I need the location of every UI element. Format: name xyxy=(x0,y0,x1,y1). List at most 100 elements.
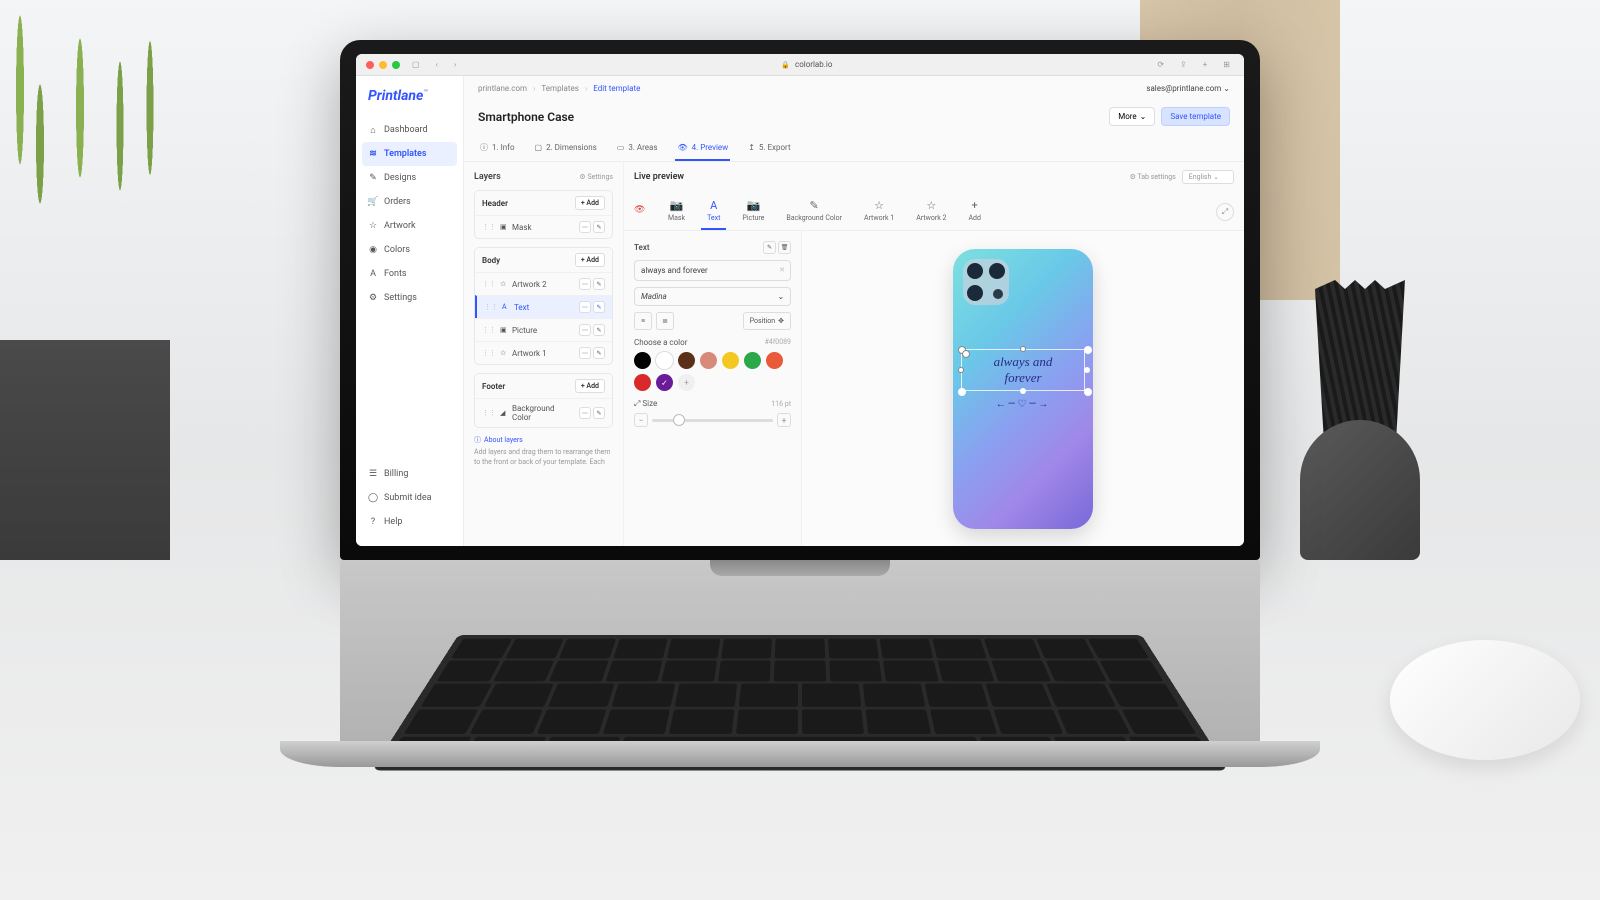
sidebar-toggle-icon[interactable]: ▢ xyxy=(408,60,424,69)
expand-preview-button[interactable]: ⤢ xyxy=(1216,203,1234,221)
size-increase-button[interactable]: + xyxy=(777,413,791,427)
refresh-button[interactable]: ⟳ xyxy=(1153,60,1168,69)
more-button[interactable]: More⌄ xyxy=(1109,107,1155,126)
pencil-holder-decoration xyxy=(1280,280,1440,560)
back-button[interactable]: ‹ xyxy=(432,60,442,69)
save-template-button[interactable]: Save template xyxy=(1161,107,1230,126)
sidebar-item-templates[interactable]: ≋Templates xyxy=(362,142,457,166)
color-swatch[interactable] xyxy=(700,352,717,369)
tool-tab-mask[interactable]: 📷Mask xyxy=(662,194,691,230)
more-icon[interactable]: ⋯ xyxy=(579,407,591,419)
color-swatch[interactable] xyxy=(656,352,673,369)
layer-item-background-color[interactable]: ⋮⋮◢Background Color⋯✎ xyxy=(475,398,612,427)
drag-handle-icon[interactable]: ⋮⋮ xyxy=(484,303,498,311)
about-layers-link[interactable]: ⓘAbout layers xyxy=(474,436,613,446)
color-swatch[interactable] xyxy=(678,352,695,369)
sidebar-item-help[interactable]: ?Help xyxy=(356,510,463,534)
layer-item-artwork-2[interactable]: ⋮⋮☆Artwork 2⋯✎ xyxy=(475,272,612,295)
color-swatch[interactable] xyxy=(634,374,651,391)
tool-tab-artwork-2[interactable]: ☆Artwork 2 xyxy=(910,194,952,230)
maximize-window-icon[interactable] xyxy=(392,61,400,69)
sidebar-item-fonts[interactable]: AFonts xyxy=(356,262,463,286)
more-icon[interactable]: ⋯ xyxy=(579,324,591,336)
clear-text-icon[interactable]: ✕ xyxy=(779,266,785,274)
more-icon[interactable]: ⋯ xyxy=(579,301,591,313)
edit-icon[interactable]: ✎ xyxy=(593,324,605,336)
more-icon[interactable]: ⋯ xyxy=(579,278,591,290)
sidebar-item-colors[interactable]: ◉Colors xyxy=(356,238,463,262)
sidebar-item-designs[interactable]: ✎Designs xyxy=(356,166,463,190)
tool-tab-background-color[interactable]: ✎Background Color xyxy=(780,194,848,230)
font-select[interactable]: Madina⌄ xyxy=(634,287,791,306)
position-button[interactable]: Position✥ xyxy=(743,312,791,330)
preview-canvas[interactable]: always andforever ←—♡—→ xyxy=(802,231,1244,546)
account-email[interactable]: sales@printlane.com ⌄ xyxy=(1146,84,1230,93)
text-value-input[interactable]: always and forever ✕ xyxy=(634,260,791,281)
tool-tab-artwork-1[interactable]: ☆Artwork 1 xyxy=(858,194,900,230)
sidebar-item-artwork[interactable]: ☆Artwork xyxy=(356,214,463,238)
add-color-button[interactable]: + xyxy=(678,374,695,391)
edit-icon[interactable]: ✎ xyxy=(763,241,776,254)
sidebar-item-settings[interactable]: ⚙Settings xyxy=(356,286,463,310)
sidebar-item-billing[interactable]: ☰Billing xyxy=(356,462,463,486)
forward-button[interactable]: › xyxy=(450,60,460,69)
layers-settings-link[interactable]: ⚙ Settings xyxy=(579,173,613,181)
edit-icon[interactable]: ✎ xyxy=(593,301,605,313)
drag-handle-icon[interactable]: ⋮⋮ xyxy=(482,223,496,231)
edit-icon[interactable]: ✎ xyxy=(593,347,605,359)
color-swatch[interactable] xyxy=(744,352,761,369)
drag-handle-icon[interactable]: ⋮⋮ xyxy=(482,409,496,417)
drag-handle-icon[interactable]: ⋮⋮ xyxy=(482,326,496,334)
layer-item-picture[interactable]: ⋮⋮▣Picture⋯✎ xyxy=(475,318,612,341)
orders-icon: 🛒 xyxy=(368,197,378,207)
color-swatch[interactable] xyxy=(634,352,651,369)
color-swatch[interactable] xyxy=(722,352,739,369)
tool-tab-picture[interactable]: 📷Picture xyxy=(736,194,770,230)
tab-preview[interactable]: 👁4. Preview xyxy=(675,136,730,161)
color-swatch[interactable] xyxy=(766,352,783,369)
selection-box[interactable] xyxy=(961,349,1085,391)
close-window-icon[interactable] xyxy=(366,61,374,69)
tab-export[interactable]: ↥5. Export xyxy=(746,136,792,161)
add-layer-button[interactable]: + Add xyxy=(575,379,605,393)
sidebar-item-orders[interactable]: 🛒Orders xyxy=(356,190,463,214)
layer-item-mask[interactable]: ⋮⋮▣Mask⋯✎ xyxy=(475,215,612,238)
tab-info[interactable]: ⓘ1. Info xyxy=(478,136,517,161)
align-left-button[interactable]: ≡ xyxy=(634,312,652,330)
drag-handle-icon[interactable]: ⋮⋮ xyxy=(482,280,496,288)
minimize-window-icon[interactable] xyxy=(379,61,387,69)
tab-dimensions[interactable]: ▢2. Dimensions xyxy=(533,136,599,161)
sidebar-item-submit-idea[interactable]: ◯Submit idea xyxy=(356,486,463,510)
visibility-off-icon[interactable]: 👁 xyxy=(634,205,648,219)
layer-item-text[interactable]: ⋮⋮AText⋯✎ xyxy=(475,295,612,318)
size-slider[interactable] xyxy=(652,419,773,422)
delete-icon[interactable]: 🗑 xyxy=(778,241,791,254)
language-select[interactable]: English ⌄ xyxy=(1182,170,1234,184)
edit-icon[interactable]: ✎ xyxy=(593,407,605,419)
brand-logo[interactable]: Printlane™ xyxy=(356,88,463,118)
tool-tab-add[interactable]: +Add xyxy=(962,194,986,230)
templates-icon: ≋ xyxy=(368,149,378,159)
breadcrumb[interactable]: printlane.com› Templates› Edit template xyxy=(478,84,640,93)
size-decrease-button[interactable]: − xyxy=(634,413,648,427)
share-button[interactable]: ⇪ xyxy=(1176,60,1191,69)
tab-settings-link[interactable]: ⚙ Tab settings xyxy=(1130,173,1176,181)
add-layer-button[interactable]: + Add xyxy=(575,253,605,267)
edit-icon[interactable]: ✎ xyxy=(593,221,605,233)
align-center-button[interactable]: ≣ xyxy=(656,312,674,330)
edit-icon[interactable]: ✎ xyxy=(593,278,605,290)
sidebar-item-dashboard[interactable]: ⌂Dashboard xyxy=(356,118,463,142)
more-icon[interactable]: ⋯ xyxy=(579,221,591,233)
tab-areas[interactable]: ▭3. Areas xyxy=(615,136,660,161)
window-controls[interactable] xyxy=(366,61,400,69)
tabs-button[interactable]: ⊞ xyxy=(1219,60,1234,69)
tool-tab-text[interactable]: AText xyxy=(701,194,726,230)
color-swatch[interactable] xyxy=(656,374,673,391)
add-layer-button[interactable]: + Add xyxy=(575,196,605,210)
address-bar[interactable]: 🔒 colorlab.io xyxy=(468,60,1145,69)
drag-handle-icon[interactable]: ⋮⋮ xyxy=(482,349,496,357)
text-properties-panel: Text ✎ 🗑 always and forever xyxy=(624,231,802,546)
more-icon[interactable]: ⋯ xyxy=(579,347,591,359)
layer-item-artwork-1[interactable]: ⋮⋮☆Artwork 1⋯✎ xyxy=(475,341,612,364)
new-tab-button[interactable]: + xyxy=(1199,60,1212,69)
